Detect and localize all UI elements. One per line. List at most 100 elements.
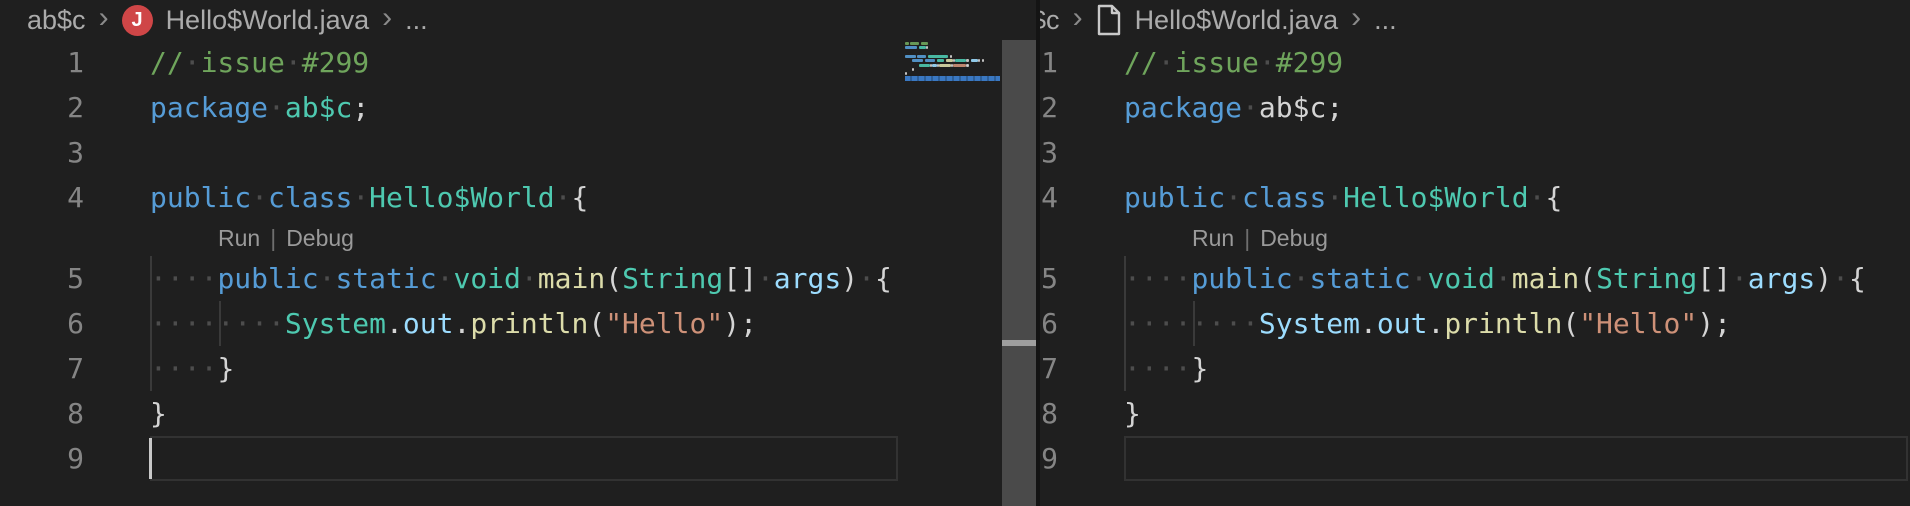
breadcrumb-file[interactable]: Hello$World.java [1135, 5, 1339, 36]
code-line-1[interactable]: 1//·issue·#299 [0, 40, 900, 85]
code-token: void [453, 262, 520, 295]
code-line-5[interactable]: 5····public·static·void·main(String[]·ar… [1040, 256, 1910, 301]
code-token: main [538, 262, 605, 295]
vscode-split-editor: ab$c › J Hello$World.java › ... 1//·issu… [0, 0, 1910, 506]
editor-pane-left: ab$c › J Hello$World.java › ... 1//·issu… [0, 0, 1036, 506]
line-number: 1 [0, 40, 84, 85]
line-content: ········System.out.println("Hello"); [1124, 301, 1731, 346]
breadcrumb-right: ab$c › Hello$World.java › ... [1040, 0, 1910, 40]
code-token: main [1512, 262, 1579, 295]
code-token: ) [1697, 307, 1714, 340]
whitespace-dots: · [184, 46, 201, 79]
code-line-4[interactable]: 4public·class·Hello$World·{ [0, 175, 900, 220]
minimap-line [905, 68, 1000, 71]
line-number: 3 [1040, 130, 1058, 175]
code-token: } [150, 397, 167, 430]
code-line-7[interactable]: 7····} [0, 346, 900, 391]
whitespace-dots: · [1293, 262, 1310, 295]
whitespace-dots: ···· [150, 352, 217, 385]
codelens: Run|Debug [1040, 220, 1910, 256]
line-content: package·ab$c; [150, 85, 369, 130]
minimap-token [939, 64, 951, 67]
whitespace-dots: · [521, 262, 538, 295]
code-token: } [1191, 352, 1208, 385]
code-line-6[interactable]: 6········System.out.println("Hello"); [1040, 301, 1910, 346]
code-token: args [774, 262, 841, 295]
code-line-8[interactable]: 8} [0, 391, 900, 436]
whitespace-dots: · [251, 181, 268, 214]
code-token: out [1377, 307, 1428, 340]
code-token: ab$c [285, 91, 352, 124]
code-token: ) [1815, 262, 1832, 295]
line-content: ····public·static·void·main(String[]·arg… [1124, 256, 1866, 301]
indent-guide [219, 301, 221, 346]
line-number: 7 [1040, 346, 1058, 391]
chevron-right-icon: › [99, 0, 109, 38]
minimap-token [955, 59, 966, 62]
code-token: public [217, 262, 318, 295]
code-token: // [1124, 46, 1158, 79]
code-token: package [150, 91, 268, 124]
whitespace-dots: · [1731, 262, 1748, 295]
file-icon [1096, 4, 1122, 36]
code-token: println [1444, 307, 1562, 340]
breadcrumb-ellipsis[interactable]: ... [1374, 5, 1397, 36]
whitespace-dots: ········ [1124, 307, 1259, 340]
code-line-2[interactable]: 2package·ab$c; [1040, 85, 1910, 130]
code-line-5[interactable]: 5····public·static·void·main(String[]·ar… [0, 256, 900, 301]
code-line-8[interactable]: 8} [1040, 391, 1910, 436]
whitespace-dots: ···· [150, 262, 217, 295]
code-token: String [622, 262, 723, 295]
code-line-4[interactable]: 4public·class·Hello$World·{ [1040, 175, 1910, 220]
line-content: public·class·Hello$World·{ [1124, 175, 1562, 220]
code-token: // [150, 46, 184, 79]
line-content: package·ab$c; [1124, 85, 1343, 130]
indent-guide [150, 256, 152, 391]
whitespace-dots: · [352, 181, 369, 214]
code-line-1[interactable]: 1//·issue·#299 [1040, 40, 1910, 85]
scrollbar-slider-edge[interactable] [1002, 340, 1036, 346]
chevron-right-icon: › [382, 0, 392, 38]
chevron-right-icon: › [1073, 0, 1083, 38]
minimap-line [905, 59, 1000, 62]
whitespace-dots: ········ [150, 307, 285, 340]
code-line-7[interactable]: 7 ····} [1040, 346, 1910, 391]
code-token: public [150, 181, 251, 214]
minimap-token [950, 55, 952, 58]
code-token: { [875, 262, 892, 295]
code-token: ( [1579, 262, 1596, 295]
whitespace-dots: · [437, 262, 454, 295]
codelens-run-link[interactable]: Run [1192, 225, 1234, 251]
code-line-2[interactable]: 2package·ab$c; [0, 85, 900, 130]
whitespace-dots: · [268, 91, 285, 124]
code-line-3[interactable]: 3 [0, 130, 900, 175]
line-number: 8 [1040, 391, 1058, 436]
vertical-scrollbar[interactable] [1002, 40, 1036, 506]
code-token: static [335, 262, 436, 295]
breadcrumb-ellipsis[interactable]: ... [405, 5, 428, 36]
whitespace-dots: · [757, 262, 774, 295]
minimap[interactable] [905, 42, 1000, 84]
codelens-run-link[interactable]: Run [218, 225, 260, 251]
breadcrumb-folder[interactable]: ab$c [1040, 5, 1060, 36]
line-content: ····} [1124, 346, 1208, 391]
breadcrumb-file[interactable]: Hello$World.java [166, 5, 370, 36]
code-token: #299 [1276, 46, 1343, 79]
whitespace-dots: · [1242, 91, 1259, 124]
codelens-debug-link[interactable]: Debug [1260, 225, 1328, 251]
line-content: } [1124, 391, 1141, 436]
code-token: out [403, 307, 454, 340]
line-content: } [150, 391, 167, 436]
minimap-line [905, 64, 1000, 67]
code-token: [] [723, 262, 757, 295]
code-token: issue [1175, 46, 1259, 79]
line-content: public·class·Hello$World·{ [150, 175, 588, 220]
code-token: ( [1562, 307, 1579, 340]
code-line-3[interactable]: 3 [1040, 130, 1910, 175]
code-token: "Hello" [1579, 307, 1697, 340]
code-line-6[interactable]: 6········System.out.println("Hello"); [0, 301, 900, 346]
line-number: 9 [1040, 436, 1058, 481]
codelens-debug-link[interactable]: Debug [286, 225, 354, 251]
minimap-token [905, 72, 907, 75]
breadcrumb-folder[interactable]: ab$c [27, 5, 86, 36]
